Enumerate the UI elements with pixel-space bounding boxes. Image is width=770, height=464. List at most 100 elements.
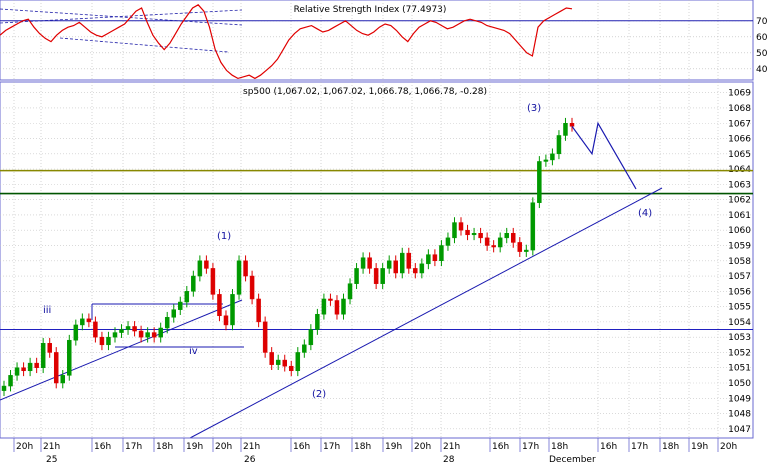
wave-label-3: (3) — [527, 103, 541, 114]
x-tick-label: 21h — [43, 442, 60, 452]
x-date-label: December — [549, 455, 596, 464]
price-tick-label: 1051 — [728, 364, 751, 374]
candle-body — [93, 321, 98, 338]
rsi-tick-label: 70 — [756, 17, 768, 27]
candle-body — [282, 359, 287, 367]
candle-body — [60, 375, 66, 384]
price-tick-label: 1052 — [728, 348, 751, 358]
candle-body — [53, 352, 59, 384]
price-tick-label: 1057 — [728, 272, 751, 282]
price-tick-label: 1055 — [728, 303, 751, 313]
candle-body — [550, 153, 555, 161]
candle-body — [302, 344, 307, 353]
wave-label-4: (4) — [638, 208, 652, 219]
price-tick-label: 1050 — [728, 379, 751, 389]
candle-body — [184, 291, 190, 303]
rsi-tick-label: 50 — [756, 49, 768, 59]
candle-body — [321, 298, 327, 315]
price-tick-label: 1047 — [728, 425, 751, 435]
candle-body — [439, 245, 444, 262]
price-tick-label: 1053 — [728, 333, 751, 343]
candle-body — [21, 367, 26, 372]
price-tick-label: 1056 — [728, 287, 751, 297]
candle-body — [256, 298, 261, 323]
candle-body — [413, 268, 418, 274]
price-tick-label: 1066 — [728, 135, 751, 145]
candle-body — [151, 332, 157, 338]
wave-label-iii: iii — [43, 305, 51, 316]
candle-body — [380, 268, 385, 284]
x-tick-label: 16h — [293, 442, 310, 452]
candle-body — [197, 260, 203, 277]
rsi-tick-label: 60 — [756, 33, 768, 43]
candle-body — [158, 327, 163, 338]
candle-body — [230, 294, 235, 326]
candle-body — [478, 233, 483, 239]
candle-body — [386, 260, 392, 269]
candle-body — [80, 318, 85, 326]
candle-body — [67, 339, 72, 376]
candle-body — [373, 268, 379, 284]
x-tick-label: 17h — [125, 442, 142, 452]
x-tick-label: 21h — [243, 442, 260, 452]
x-tick-label: 20h — [215, 442, 232, 452]
candle-body — [217, 294, 222, 317]
price-tick-label: 1060 — [728, 226, 751, 236]
candle-body — [138, 330, 144, 338]
x-tick-label: 19h — [691, 442, 708, 452]
candle-body — [569, 123, 575, 127]
x-tick-label: 20h — [414, 442, 431, 452]
candle-body — [145, 332, 150, 338]
candle-body — [524, 249, 529, 252]
price-tick-label: 1058 — [728, 257, 751, 267]
candle-body — [406, 252, 412, 269]
candle-body — [563, 123, 568, 136]
candle-body — [1, 385, 7, 391]
price-tick-label: 1048 — [728, 410, 751, 420]
candle-body — [334, 300, 340, 315]
x-date-label: 26 — [244, 455, 256, 464]
candle-body — [40, 343, 46, 368]
rsi-title: Relative Strength Index (77.4973) — [294, 5, 447, 15]
candle-body — [354, 268, 359, 284]
candle-body — [243, 260, 248, 277]
x-tick-label: 19h — [186, 442, 203, 452]
price-panel: sp500 (1,067.02, 1,067.02, 1,066.78, 1,0… — [0, 81, 754, 439]
x-tick-label: 16h — [492, 442, 509, 452]
candle-body — [236, 260, 242, 295]
rsi-panel: Relative Strength Index (77.4973) 40 50 60… — [0, 0, 768, 81]
price-title: sp500 (1,067.02, 1,067.02, 1,066.78, 1,0… — [243, 87, 487, 97]
candle-body — [426, 254, 431, 265]
price-panel-background — [0, 81, 754, 439]
x-tick-label: 18h — [662, 442, 679, 452]
candle-body — [537, 161, 542, 203]
wave-label-1: (1) — [217, 231, 231, 242]
candle-body — [262, 321, 268, 353]
candle-body — [360, 257, 366, 269]
candle-body — [99, 336, 105, 346]
price-tick-label: 1067 — [728, 119, 751, 129]
candle-body — [178, 301, 183, 310]
x-tick-label: 17h — [323, 442, 340, 452]
candle-body — [393, 260, 398, 274]
price-tick-label: 1062 — [728, 196, 751, 206]
candle-body — [491, 245, 496, 248]
candle-body — [34, 362, 39, 368]
candle-body — [315, 313, 320, 330]
x-tick-label: 21h — [443, 442, 460, 452]
candle-body — [543, 159, 549, 162]
candle-body — [452, 222, 457, 239]
x-tick-label: 20h — [720, 442, 737, 452]
candle-body — [106, 336, 111, 346]
candle-body — [445, 237, 451, 246]
stock-chart: Relative Strength Index (77.4973) 40 50 60… — [0, 0, 768, 464]
candle-body — [465, 229, 470, 236]
candle-body — [530, 202, 536, 251]
wave-label-iv: iv — [189, 346, 198, 357]
candle-body — [556, 135, 562, 155]
x-tick-label: 20h — [16, 442, 33, 452]
x-tick-label: 16h — [94, 442, 111, 452]
candle-body — [367, 257, 372, 269]
candle-body — [210, 268, 216, 295]
candle-body — [458, 222, 464, 231]
